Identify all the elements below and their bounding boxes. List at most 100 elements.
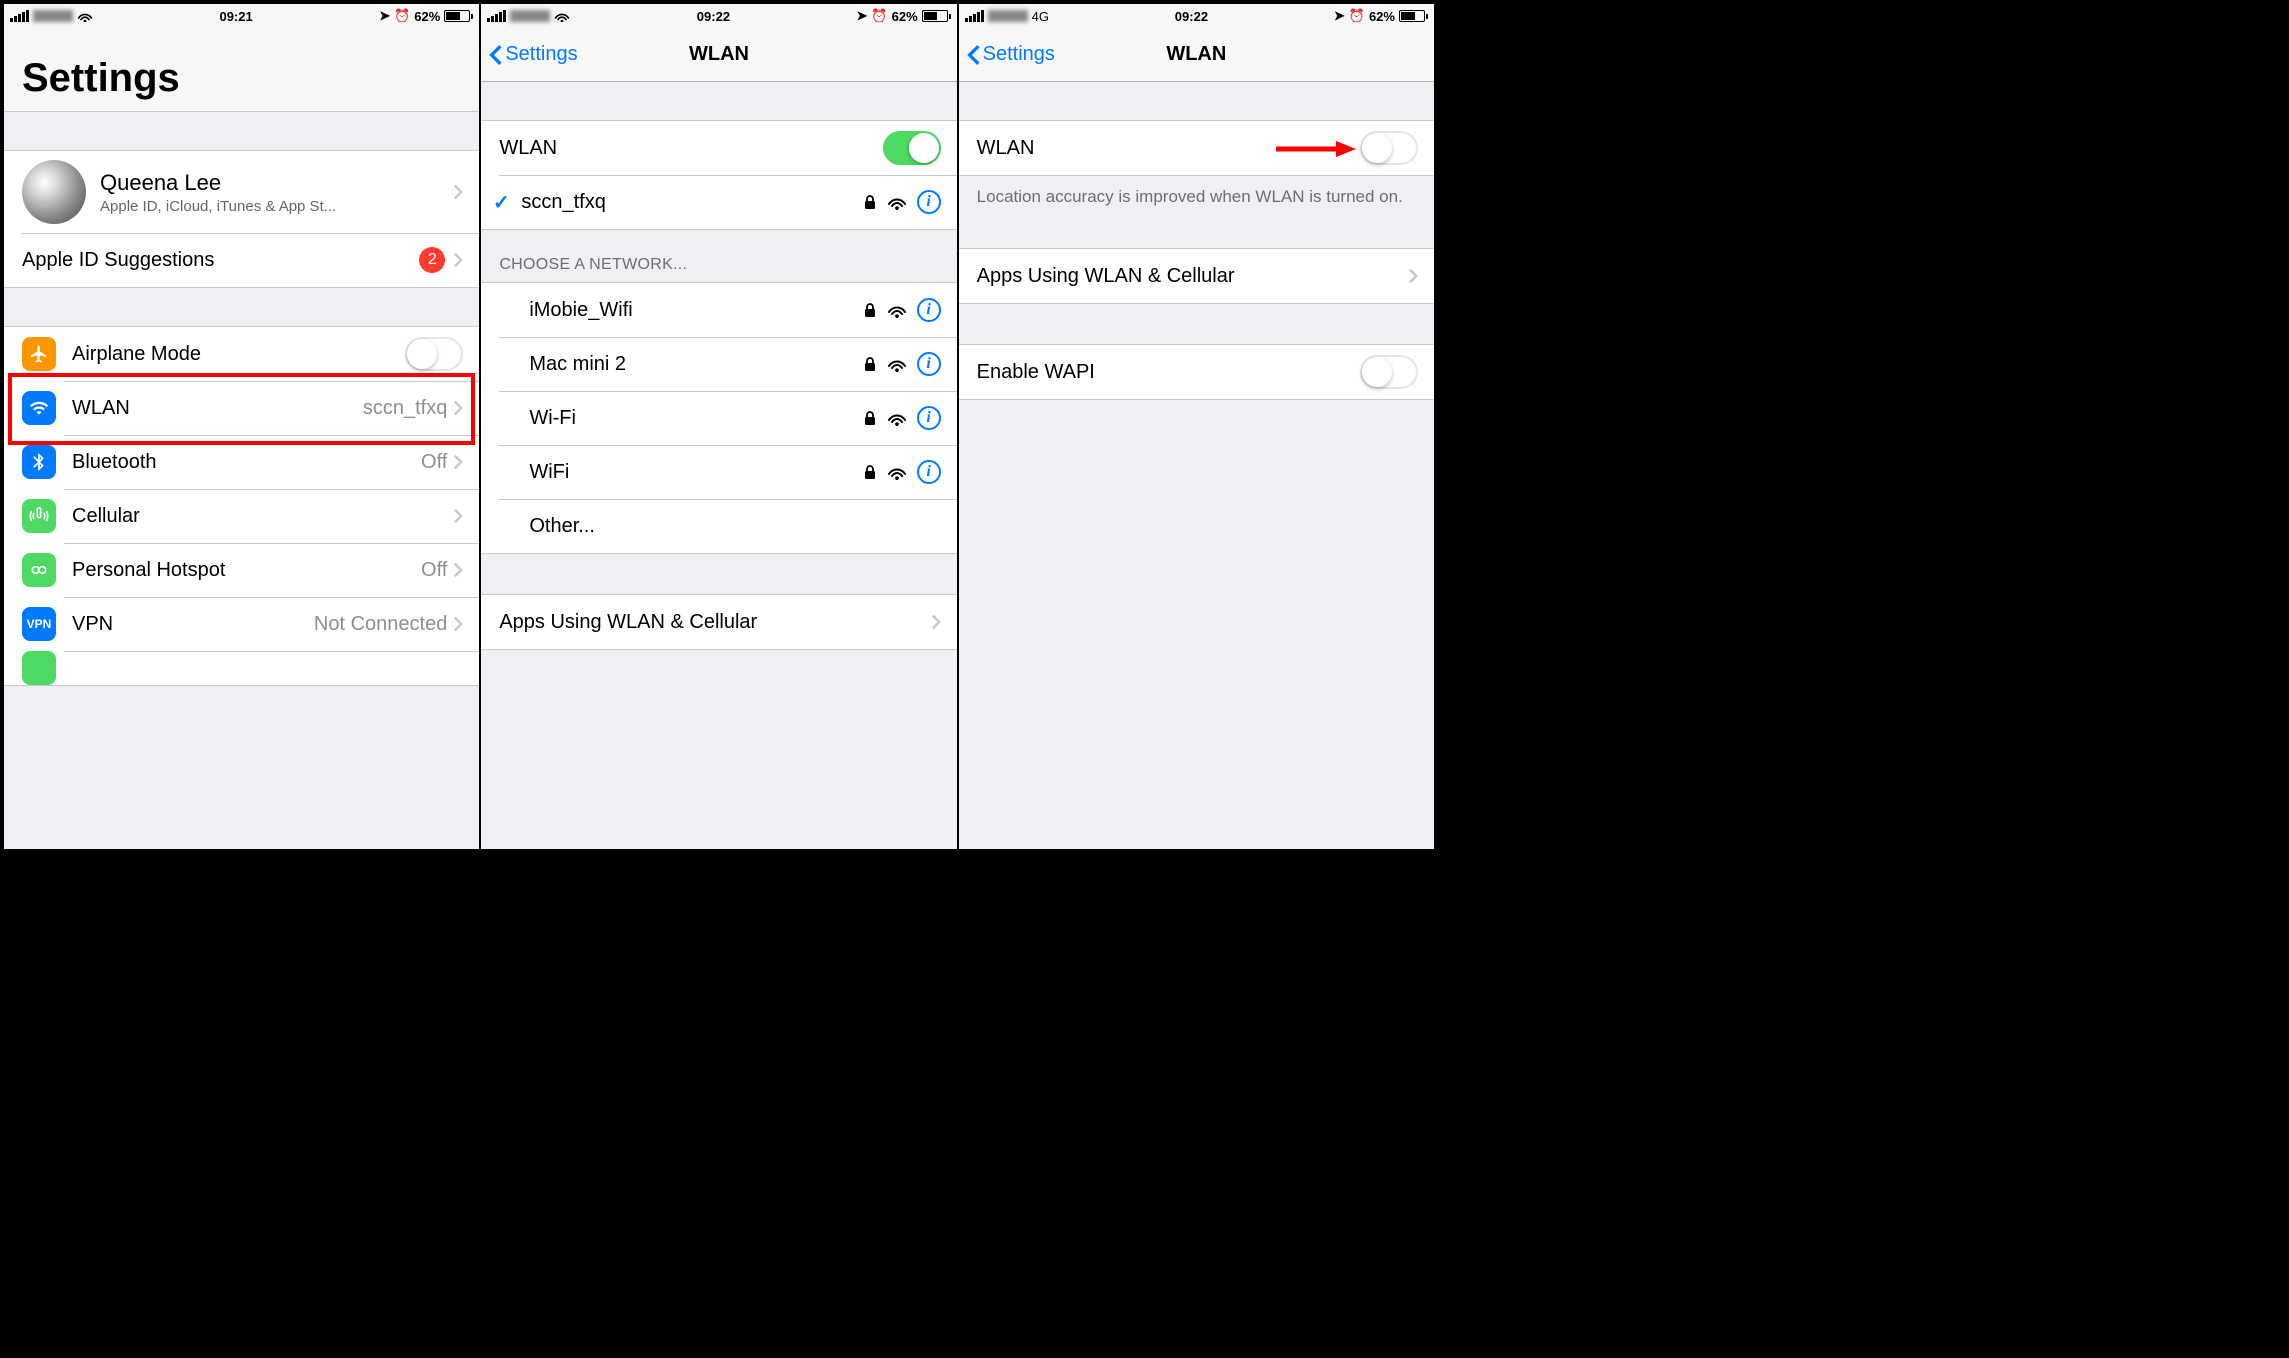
network-row[interactable]: iMobie_Wifii: [481, 283, 956, 337]
lock-icon: [863, 410, 877, 426]
lock-icon: [863, 194, 877, 210]
chevron-icon: [453, 616, 463, 632]
nav-bar: Settings WLAN: [959, 28, 1434, 82]
location-icon: ➤: [857, 8, 868, 24]
network-row[interactable]: Mac mini 2 i: [481, 337, 956, 391]
status-time: 09:22: [697, 9, 730, 24]
checkmark-icon: ✓: [491, 190, 511, 215]
chevron-icon: [453, 508, 463, 524]
signal-icon: [965, 10, 984, 22]
airplane-toggle[interactable]: [405, 337, 463, 371]
carrier-name: [988, 10, 1028, 22]
wifi-icon: [554, 10, 570, 22]
choose-network-header: CHOOSE A NETWORK...: [481, 230, 956, 282]
battery-icon: [922, 10, 951, 22]
wlan-row[interactable]: WLAN sccn_tfxq: [4, 381, 479, 435]
badge: 2: [419, 247, 445, 273]
apps-using-label: Apps Using WLAN & Cellular: [977, 265, 1235, 288]
wlan-toggle[interactable]: [1360, 131, 1418, 165]
network-name: Wi-Fi: [529, 407, 576, 430]
back-label: Settings: [983, 43, 1055, 66]
info-icon[interactable]: i: [917, 190, 941, 214]
network-row[interactable]: Wi-Fi i: [481, 391, 956, 445]
lock-icon: [863, 356, 877, 372]
status-time: 09:22: [1175, 9, 1208, 24]
carrier-icon: [22, 651, 56, 685]
wifi-signal-icon: [887, 356, 907, 372]
status-bar: 09:21 ➤ ⏰ 62%: [4, 4, 479, 28]
status-bar: 4G 09:22 ➤ ⏰ 62%: [959, 4, 1434, 28]
network-name: WiFi: [529, 461, 569, 484]
airplane-icon: [22, 337, 56, 371]
apps-using-row[interactable]: Apps Using WLAN & Cellular: [481, 595, 956, 649]
info-icon[interactable]: i: [917, 460, 941, 484]
carrier-row-partial[interactable]: [4, 651, 479, 685]
wifi-icon: [22, 391, 56, 425]
wlan-toggle-row: WLAN: [959, 121, 1434, 175]
wlan-toggle-label: WLAN: [499, 137, 557, 160]
status-bar: 09:22 ➤ ⏰ 62%: [481, 4, 956, 28]
settings-screen: 09:21 ➤ ⏰ 62% Settings Queena Lee Apple …: [4, 4, 481, 849]
avatar: [22, 160, 86, 224]
network-name: Mac mini 2: [529, 353, 626, 376]
info-icon[interactable]: i: [917, 298, 941, 322]
alarm-icon: ⏰: [394, 8, 410, 24]
wifi-signal-icon: [887, 302, 907, 318]
battery-pct: 62%: [1369, 9, 1395, 24]
enable-wapi-label: Enable WAPI: [977, 361, 1095, 384]
wapi-toggle[interactable]: [1360, 355, 1418, 389]
vpn-label: VPN: [72, 613, 113, 636]
wifi-signal-icon: [887, 410, 907, 426]
wlan-footer: Location accuracy is improved when WLAN …: [959, 176, 1434, 218]
enable-wapi-row: Enable WAPI: [959, 345, 1434, 399]
arrow-annotation: [1276, 139, 1356, 159]
other-label: Other...: [529, 515, 595, 538]
back-button[interactable]: Settings: [967, 43, 1055, 66]
profile-subtitle: Apple ID, iCloud, iTunes & App St...: [100, 198, 453, 215]
chevron-icon: [453, 454, 463, 470]
bluetooth-row[interactable]: Bluetooth Off: [4, 435, 479, 489]
connected-network-row[interactable]: ✓ sccn_tfxq i: [481, 175, 956, 229]
cellular-row[interactable]: Cellular: [4, 489, 479, 543]
other-network-row[interactable]: Other...: [481, 499, 956, 553]
info-icon[interactable]: i: [917, 406, 941, 430]
nav-bar: Settings WLAN: [481, 28, 956, 82]
wifi-icon: [77, 10, 93, 22]
location-icon: ➤: [1334, 8, 1345, 24]
airplane-mode-row[interactable]: Airplane Mode: [4, 327, 479, 381]
apple-id-suggestions-row[interactable]: Apple ID Suggestions 2: [4, 233, 479, 287]
battery-pct: 62%: [892, 9, 918, 24]
hotspot-row[interactable]: Personal Hotspot Off: [4, 543, 479, 597]
apple-id-suggestions-label: Apple ID Suggestions: [22, 249, 214, 272]
wlan-toggle[interactable]: [883, 131, 941, 165]
battery-icon: [1399, 10, 1428, 22]
hotspot-detail: Off: [421, 559, 447, 582]
hotspot-label: Personal Hotspot: [72, 559, 225, 582]
profile-name: Queena Lee: [100, 170, 453, 196]
hotspot-icon: [22, 553, 56, 587]
lock-icon: [863, 302, 877, 318]
page-title: Settings: [4, 28, 479, 112]
wlan-label: WLAN: [72, 397, 130, 420]
vpn-row[interactable]: VPN VPN Not Connected: [4, 597, 479, 651]
chevron-icon: [453, 252, 463, 268]
chevron-icon: [453, 184, 463, 200]
network-row[interactable]: WiFi i: [481, 445, 956, 499]
back-button[interactable]: Settings: [489, 43, 577, 66]
chevron-icon: [1408, 268, 1418, 284]
airplane-label: Airplane Mode: [72, 343, 201, 366]
carrier-name: [33, 10, 73, 22]
battery-pct: 62%: [414, 9, 440, 24]
lock-icon: [863, 464, 877, 480]
network-type: 4G: [1032, 9, 1049, 24]
apps-using-row[interactable]: Apps Using WLAN & Cellular: [959, 249, 1434, 303]
signal-icon: [10, 10, 29, 22]
cellular-label: Cellular: [72, 505, 140, 528]
apps-using-label: Apps Using WLAN & Cellular: [499, 611, 757, 634]
info-icon[interactable]: i: [917, 352, 941, 376]
apple-id-row[interactable]: Queena Lee Apple ID, iCloud, iTunes & Ap…: [4, 151, 479, 233]
chevron-icon: [931, 614, 941, 630]
location-icon: ➤: [379, 8, 390, 24]
cellular-icon: [22, 499, 56, 533]
carrier-name: [510, 10, 550, 22]
